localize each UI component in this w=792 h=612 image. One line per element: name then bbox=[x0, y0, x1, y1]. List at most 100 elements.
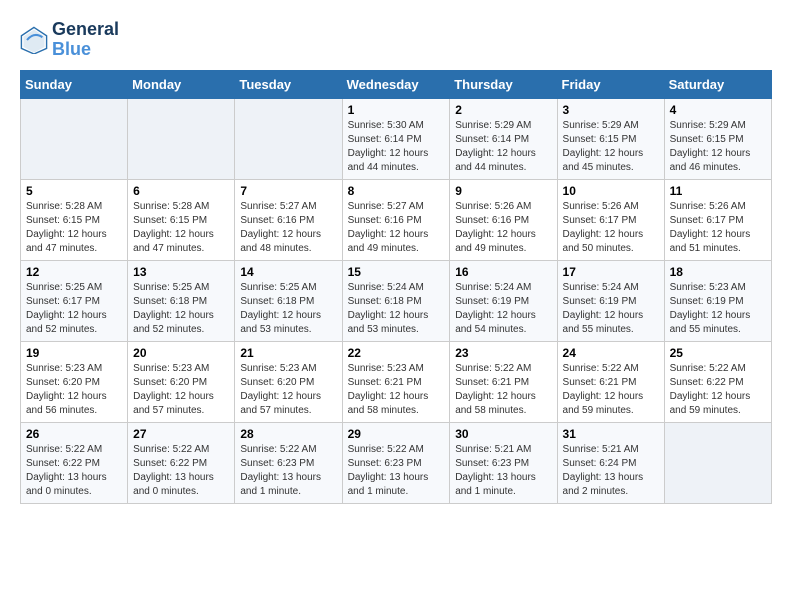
logo-icon bbox=[20, 26, 48, 54]
calendar-cell bbox=[128, 98, 235, 179]
day-number: 1 bbox=[348, 103, 445, 117]
day-number: 18 bbox=[670, 265, 766, 279]
day-info: Sunrise: 5:26 AM Sunset: 6:17 PM Dayligh… bbox=[563, 200, 659, 256]
day-info: Sunrise: 5:22 AM Sunset: 6:23 PM Dayligh… bbox=[348, 443, 445, 499]
day-info: Sunrise: 5:24 AM Sunset: 6:19 PM Dayligh… bbox=[563, 281, 659, 337]
calendar-cell: 17 Sunrise: 5:24 AM Sunset: 6:19 PM Dayli… bbox=[557, 260, 664, 341]
calendar-cell: 13Sunrise: 5:25 AM Sunset: 6:18 PM Dayli… bbox=[128, 260, 235, 341]
day-info: Sunrise: 5:30 AM Sunset: 6:14 PM Dayligh… bbox=[348, 119, 445, 175]
day-info: Sunrise: 5:22 AM Sunset: 6:23 PM Dayligh… bbox=[240, 443, 336, 499]
day-info: Sunrise: 5:25 AM Sunset: 6:18 PM Dayligh… bbox=[240, 281, 336, 337]
day-number: 9 bbox=[455, 184, 551, 198]
day-number: 8 bbox=[348, 184, 445, 198]
day-number: 5 bbox=[26, 184, 122, 198]
calendar-cell: 12Sunrise: 5:25 AM Sunset: 6:17 PM Dayli… bbox=[21, 260, 128, 341]
day-info: Sunrise: 5:22 AM Sunset: 6:22 PM Dayligh… bbox=[26, 443, 122, 499]
calendar-cell: 14 Sunrise: 5:25 AM Sunset: 6:18 PM Dayli… bbox=[235, 260, 342, 341]
day-number: 12 bbox=[26, 265, 122, 279]
calendar-header-row: SundayMondayTuesdayWednesdayThursdayFrid… bbox=[21, 70, 772, 98]
calendar-cell: 9 Sunrise: 5:26 AM Sunset: 6:16 PM Daylig… bbox=[450, 179, 557, 260]
day-number: 26 bbox=[26, 427, 122, 441]
day-number: 17 bbox=[563, 265, 659, 279]
day-info: Sunrise: 5:23 AM Sunset: 6:19 PM Dayligh… bbox=[670, 281, 766, 337]
calendar-cell: 26 Sunrise: 5:22 AM Sunset: 6:22 PM Dayli… bbox=[21, 422, 128, 503]
calendar-cell: 2 Sunrise: 5:29 AM Sunset: 6:14 PM Daylig… bbox=[450, 98, 557, 179]
calendar-cell: 30 Sunrise: 5:21 AM Sunset: 6:23 PM Dayli… bbox=[450, 422, 557, 503]
day-info: Sunrise: 5:24 AM Sunset: 6:18 PM Dayligh… bbox=[348, 281, 445, 337]
day-number: 27 bbox=[133, 427, 229, 441]
day-info: Sunrise: 5:22 AM Sunset: 6:22 PM Dayligh… bbox=[133, 443, 229, 499]
logo: General Blue bbox=[20, 20, 119, 60]
day-number: 28 bbox=[240, 427, 336, 441]
day-info: Sunrise: 5:22 AM Sunset: 6:21 PM Dayligh… bbox=[563, 362, 659, 418]
day-info: Sunrise: 5:21 AM Sunset: 6:24 PM Dayligh… bbox=[563, 443, 659, 499]
day-number: 31 bbox=[563, 427, 659, 441]
header-cell-monday: Monday bbox=[128, 70, 235, 98]
day-number: 4 bbox=[670, 103, 766, 117]
day-info: Sunrise: 5:27 AM Sunset: 6:16 PM Dayligh… bbox=[240, 200, 336, 256]
day-number: 6 bbox=[133, 184, 229, 198]
day-number: 2 bbox=[455, 103, 551, 117]
day-info: Sunrise: 5:25 AM Sunset: 6:18 PM Dayligh… bbox=[133, 281, 229, 337]
calendar-cell: 18 Sunrise: 5:23 AM Sunset: 6:19 PM Dayli… bbox=[664, 260, 771, 341]
day-number: 30 bbox=[455, 427, 551, 441]
day-info: Sunrise: 5:23 AM Sunset: 6:21 PM Dayligh… bbox=[348, 362, 445, 418]
day-info: Sunrise: 5:26 AM Sunset: 6:16 PM Dayligh… bbox=[455, 200, 551, 256]
header-cell-friday: Friday bbox=[557, 70, 664, 98]
calendar-cell: 3Sunrise: 5:29 AM Sunset: 6:15 PM Daylig… bbox=[557, 98, 664, 179]
day-number: 21 bbox=[240, 346, 336, 360]
day-info: Sunrise: 5:26 AM Sunset: 6:17 PM Dayligh… bbox=[670, 200, 766, 256]
day-number: 20 bbox=[133, 346, 229, 360]
day-number: 25 bbox=[670, 346, 766, 360]
day-number: 16 bbox=[455, 265, 551, 279]
day-info: Sunrise: 5:22 AM Sunset: 6:22 PM Dayligh… bbox=[670, 362, 766, 418]
day-info: Sunrise: 5:28 AM Sunset: 6:15 PM Dayligh… bbox=[133, 200, 229, 256]
calendar-cell bbox=[21, 98, 128, 179]
day-number: 10 bbox=[563, 184, 659, 198]
calendar-cell: 19 Sunrise: 5:23 AM Sunset: 6:20 PM Dayli… bbox=[21, 341, 128, 422]
day-info: Sunrise: 5:29 AM Sunset: 6:15 PM Dayligh… bbox=[670, 119, 766, 175]
day-info: Sunrise: 5:27 AM Sunset: 6:16 PM Dayligh… bbox=[348, 200, 445, 256]
calendar-cell: 11 Sunrise: 5:26 AM Sunset: 6:17 PM Dayli… bbox=[664, 179, 771, 260]
calendar-cell: 16Sunrise: 5:24 AM Sunset: 6:19 PM Dayli… bbox=[450, 260, 557, 341]
calendar-cell: 15 Sunrise: 5:24 AM Sunset: 6:18 PM Dayli… bbox=[342, 260, 450, 341]
calendar-week-5: 26 Sunrise: 5:22 AM Sunset: 6:22 PM Dayli… bbox=[21, 422, 772, 503]
day-info: Sunrise: 5:21 AM Sunset: 6:23 PM Dayligh… bbox=[455, 443, 551, 499]
day-number: 29 bbox=[348, 427, 445, 441]
day-info: Sunrise: 5:23 AM Sunset: 6:20 PM Dayligh… bbox=[240, 362, 336, 418]
calendar-cell: 27 Sunrise: 5:22 AM Sunset: 6:22 PM Dayli… bbox=[128, 422, 235, 503]
calendar-week-4: 19 Sunrise: 5:23 AM Sunset: 6:20 PM Dayli… bbox=[21, 341, 772, 422]
header: General Blue bbox=[20, 20, 772, 60]
day-info: Sunrise: 5:23 AM Sunset: 6:20 PM Dayligh… bbox=[26, 362, 122, 418]
day-number: 11 bbox=[670, 184, 766, 198]
day-info: Sunrise: 5:29 AM Sunset: 6:14 PM Dayligh… bbox=[455, 119, 551, 175]
calendar-cell bbox=[664, 422, 771, 503]
day-info: Sunrise: 5:22 AM Sunset: 6:21 PM Dayligh… bbox=[455, 362, 551, 418]
calendar-cell: 29 Sunrise: 5:22 AM Sunset: 6:23 PM Dayli… bbox=[342, 422, 450, 503]
calendar-cell bbox=[235, 98, 342, 179]
day-number: 7 bbox=[240, 184, 336, 198]
calendar-cell: 28 Sunrise: 5:22 AM Sunset: 6:23 PM Dayli… bbox=[235, 422, 342, 503]
header-cell-wednesday: Wednesday bbox=[342, 70, 450, 98]
day-number: 15 bbox=[348, 265, 445, 279]
calendar-cell: 6 Sunrise: 5:28 AM Sunset: 6:15 PM Daylig… bbox=[128, 179, 235, 260]
day-info: Sunrise: 5:23 AM Sunset: 6:20 PM Dayligh… bbox=[133, 362, 229, 418]
calendar-cell: 5Sunrise: 5:28 AM Sunset: 6:15 PM Daylig… bbox=[21, 179, 128, 260]
header-cell-tuesday: Tuesday bbox=[235, 70, 342, 98]
day-info: Sunrise: 5:29 AM Sunset: 6:15 PM Dayligh… bbox=[563, 119, 659, 175]
calendar-cell: 24Sunrise: 5:22 AM Sunset: 6:21 PM Dayli… bbox=[557, 341, 664, 422]
calendar-cell: 20 Sunrise: 5:23 AM Sunset: 6:20 PM Dayli… bbox=[128, 341, 235, 422]
day-number: 19 bbox=[26, 346, 122, 360]
calendar-cell: 25 Sunrise: 5:22 AM Sunset: 6:22 PM Dayli… bbox=[664, 341, 771, 422]
day-number: 22 bbox=[348, 346, 445, 360]
calendar-cell: 31 Sunrise: 5:21 AM Sunset: 6:24 PM Dayli… bbox=[557, 422, 664, 503]
calendar-cell: 8 Sunrise: 5:27 AM Sunset: 6:16 PM Daylig… bbox=[342, 179, 450, 260]
header-cell-thursday: Thursday bbox=[450, 70, 557, 98]
day-number: 23 bbox=[455, 346, 551, 360]
header-cell-sunday: Sunday bbox=[21, 70, 128, 98]
header-cell-saturday: Saturday bbox=[664, 70, 771, 98]
day-number: 14 bbox=[240, 265, 336, 279]
calendar-table: SundayMondayTuesdayWednesdayThursdayFrid… bbox=[20, 70, 772, 504]
calendar-cell: 23 Sunrise: 5:22 AM Sunset: 6:21 PM Dayli… bbox=[450, 341, 557, 422]
calendar-cell: 10 Sunrise: 5:26 AM Sunset: 6:17 PM Dayli… bbox=[557, 179, 664, 260]
